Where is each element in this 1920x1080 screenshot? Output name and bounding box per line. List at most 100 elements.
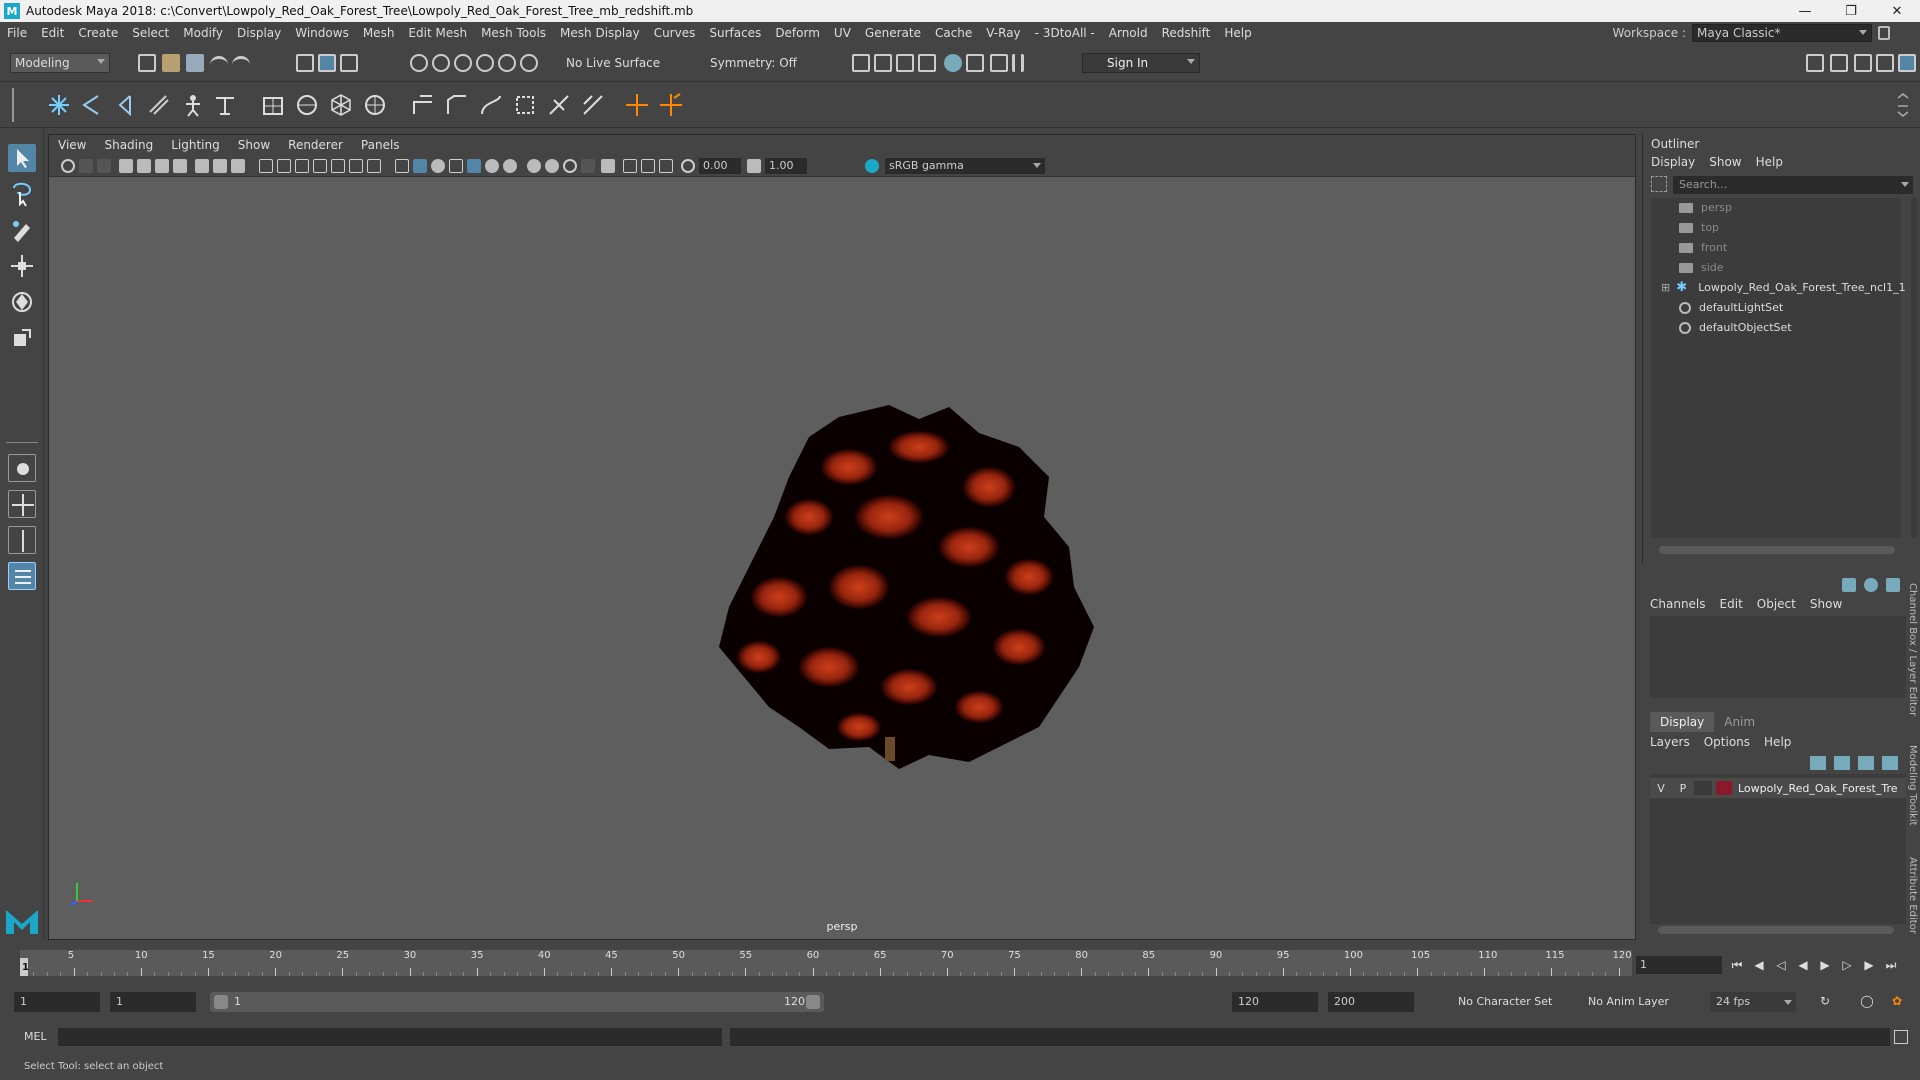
camera-track-icon[interactable] [213, 159, 227, 173]
vray-render-icon[interactable] [966, 54, 984, 72]
bookmarks-icon[interactable] [97, 159, 111, 173]
outliner-horizontal-scrollbar[interactable] [1659, 546, 1895, 554]
go-to-end-icon[interactable]: ⏭ [1884, 958, 1898, 972]
layer-display-type-toggle[interactable] [1694, 781, 1712, 795]
menu-modify[interactable]: Modify [176, 22, 230, 44]
outliner-item[interactable]: persp [1679, 198, 1732, 218]
animation-end-field[interactable]: 200 [1328, 992, 1414, 1012]
outliner-item[interactable]: defaultLightSet [1679, 298, 1783, 318]
shadows-icon[interactable] [503, 159, 517, 173]
xray-icon[interactable] [623, 159, 637, 173]
menu-surfaces[interactable]: Surfaces [702, 22, 768, 44]
outliner-item[interactable]: top [1679, 218, 1719, 238]
polygon-cube-icon[interactable] [46, 92, 72, 118]
playback-range-bar[interactable]: 1 120 [210, 992, 824, 1012]
select-by-object-icon[interactable] [318, 54, 336, 72]
snap-grid-icon[interactable] [410, 54, 428, 72]
camera-lock-icon[interactable] [173, 159, 187, 173]
maximize-icon[interactable]: ❐ [1828, 0, 1874, 22]
viewport-menu-shading[interactable]: Shading [95, 135, 162, 155]
render-frame-icon[interactable] [874, 54, 892, 72]
2d-pan-zoom-icon[interactable] [137, 159, 151, 173]
red-oak-tree-model[interactable] [649, 377, 1149, 797]
xray-joints-icon[interactable] [659, 159, 673, 173]
bridge-icon[interactable] [478, 92, 504, 118]
select-camera-icon[interactable] [61, 159, 75, 173]
live-surface-field[interactable]: No Live Surface [566, 53, 666, 73]
outliner-search-input[interactable]: Search... [1673, 176, 1913, 194]
channel-box-manip-icon[interactable] [1842, 578, 1856, 592]
multisample-aa-icon[interactable] [563, 159, 577, 173]
four-view-layout-icon[interactable] [8, 490, 36, 518]
save-scene-icon[interactable] [186, 54, 204, 72]
menu-uv[interactable]: UV [827, 22, 858, 44]
lasso-tool-icon[interactable] [8, 180, 36, 208]
playback-start-field[interactable]: 1 [110, 992, 196, 1012]
gamma-field[interactable]: 1.00 [765, 158, 807, 174]
extrude-icon[interactable] [410, 92, 436, 118]
insert-edge-loop-icon[interactable] [546, 92, 572, 118]
animation-start-field[interactable]: 1 [14, 992, 100, 1012]
loop-icon[interactable]: ↻ [1818, 994, 1832, 1008]
menu-mesh[interactable]: Mesh [356, 22, 402, 44]
step-back-key-icon[interactable]: ◀ [1752, 958, 1766, 972]
expand-icon[interactable]: ⊞ [1661, 278, 1670, 298]
workspace-dropdown[interactable]: Maya Classic* [1692, 24, 1872, 42]
menu-help[interactable]: Help [1217, 22, 1258, 44]
create-polygon-icon[interactable] [260, 92, 286, 118]
resolution-gate-icon[interactable] [295, 159, 309, 173]
modeling-toolkit-icon[interactable] [1806, 54, 1824, 72]
filter-icon[interactable] [1651, 176, 1667, 192]
move-layer-up-icon[interactable] [1810, 756, 1826, 770]
select-by-hierarchy-icon[interactable] [296, 54, 314, 72]
step-forward-key-icon[interactable]: ▶ [1862, 958, 1876, 972]
multi-cut-icon[interactable] [512, 92, 538, 118]
wireframe-on-shaded-icon[interactable] [449, 159, 463, 173]
render-settings-icon[interactable] [918, 54, 936, 72]
layer-menu-options[interactable]: Options [1704, 732, 1750, 752]
viewport-menu-renderer[interactable]: Renderer [279, 135, 352, 155]
layer-editor-horizontal-scrollbar[interactable] [1658, 926, 1894, 934]
viewport-menu-view[interactable]: View [49, 135, 95, 155]
exposure-icon[interactable] [681, 159, 695, 173]
go-to-start-icon[interactable]: ⏮ [1730, 958, 1744, 972]
menu-curves[interactable]: Curves [647, 22, 703, 44]
layer-color-swatch[interactable] [1716, 781, 1732, 795]
camera-attributes-icon[interactable] [79, 159, 93, 173]
textured-icon[interactable] [467, 159, 481, 173]
channel-menu-channels[interactable]: Channels [1650, 594, 1706, 614]
shelf-scroll-icon[interactable] [1896, 92, 1910, 118]
menu-3dtoall[interactable]: - 3DtoAll - [1028, 22, 1102, 44]
outliner-menu-help[interactable]: Help [1756, 152, 1783, 172]
gamma-icon[interactable] [747, 159, 761, 173]
layer-menu-help[interactable]: Help [1764, 732, 1791, 752]
outliner-layout-icon[interactable] [8, 562, 36, 590]
grid-icon[interactable] [259, 159, 273, 173]
film-gate-icon[interactable] [277, 159, 291, 173]
snap-projected-center-icon[interactable] [476, 54, 494, 72]
menu-deform[interactable]: Deform [768, 22, 827, 44]
target-weld-icon[interactable] [580, 92, 606, 118]
outliner-item[interactable]: side [1679, 258, 1724, 278]
menu-display[interactable]: Display [230, 22, 288, 44]
gate-mask-icon[interactable] [313, 159, 327, 173]
menu-edit[interactable]: Edit [34, 22, 71, 44]
play-backwards-icon[interactable]: ◀ [1796, 958, 1810, 972]
paint-select-tool-icon[interactable] [8, 216, 36, 244]
image-plane-icon[interactable] [119, 159, 133, 173]
isolate-select-icon[interactable] [601, 159, 615, 173]
default-material-icon[interactable] [431, 159, 445, 173]
timeline-ruler[interactable]: 1 5 10 15 20 25 30 35 40 45 50 55 60 65 70 75 80 85 90 95 1… [20, 950, 1632, 976]
menu-windows[interactable]: Windows [288, 22, 356, 44]
menu-generate[interactable]: Generate [858, 22, 928, 44]
new-scene-icon[interactable] [138, 54, 156, 72]
split-polygon-icon[interactable] [658, 92, 684, 118]
screen-space-ao-icon[interactable] [527, 159, 541, 173]
polygon-cylinder-icon[interactable] [362, 92, 388, 118]
bevel-icon[interactable] [444, 92, 470, 118]
pencil-curve-icon[interactable] [146, 92, 172, 118]
minimize-icon[interactable]: — [1782, 0, 1828, 22]
script-language-toggle[interactable]: MEL [24, 1028, 47, 1046]
make-live-icon[interactable] [520, 54, 538, 72]
camera-dolly-icon[interactable] [231, 159, 245, 173]
